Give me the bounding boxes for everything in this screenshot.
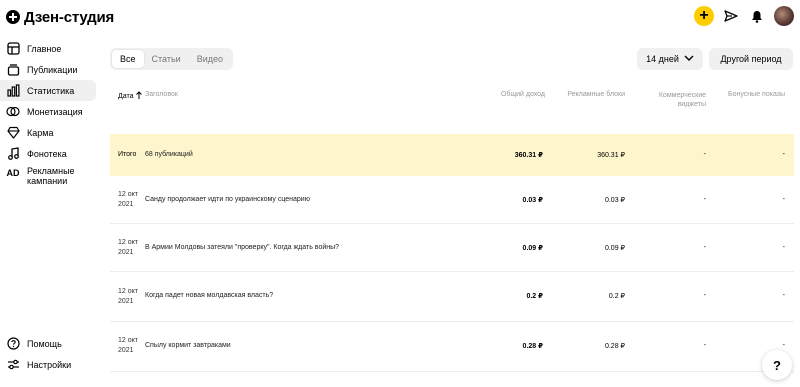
row-date-year: 2021 — [118, 201, 134, 208]
total-commercial: - — [703, 151, 706, 158]
sidebar-item-main[interactable]: Главное — [0, 38, 100, 59]
publications-icon — [6, 63, 20, 77]
row-date-day: 12 окт — [118, 337, 138, 344]
sort-arrow-up-icon — [135, 91, 142, 101]
row-date-year: 2021 — [118, 298, 134, 305]
total-ad-blocks: 360.31 ₽ — [597, 152, 625, 159]
row-date-day: 12 окт — [118, 239, 138, 246]
row-income: 0.28 ₽ — [522, 343, 543, 350]
sidebar-bottom: Помощь Настройки — [0, 333, 100, 375]
row-date-year: 2021 — [118, 347, 134, 354]
music-icon — [6, 147, 20, 161]
row-title-link[interactable]: Санду продолжает идти по украинскому сце… — [145, 196, 310, 203]
logo[interactable]: Дзен-студия — [6, 8, 114, 26]
stats-icon — [6, 84, 20, 98]
total-bonus: - — [782, 151, 785, 158]
total-label: Итого — [118, 151, 137, 158]
sidebar-item-karma[interactable]: Карма — [0, 122, 100, 143]
row-ad-blocks: 0.2 ₽ — [608, 293, 625, 300]
money-icon — [6, 105, 20, 119]
column-header-title[interactable]: Заголовок — [145, 91, 178, 98]
row-income: 0.2 ₽ — [526, 293, 543, 300]
row-ad-blocks: 0.09 ₽ — [604, 245, 625, 252]
row-date: 12 окт 2021 — [118, 336, 144, 356]
tab-all[interactable]: Все — [112, 50, 144, 68]
layout-icon — [6, 42, 20, 56]
zen-logo-icon — [6, 10, 20, 24]
settings-icon — [6, 358, 20, 372]
sidebar-item-statistics[interactable]: Статистика — [0, 80, 96, 101]
column-header-income[interactable]: Общий доход — [470, 91, 545, 98]
tab-articles[interactable]: Статьи — [144, 50, 189, 68]
table-total-row: Итого 68 публикаций 360.31 ₽ 360.31 ₽ - … — [110, 134, 794, 176]
row-income: 0.09 ₽ — [522, 245, 543, 252]
chevron-down-icon — [684, 54, 694, 64]
row-date: 12 окт 2021 — [118, 287, 144, 307]
row-bonus: - — [782, 292, 785, 299]
bell-icon[interactable] — [748, 7, 766, 25]
table-header: Дата Заголовок Общий доход Рекламные бло… — [110, 88, 794, 110]
row-date: 12 окт 2021 — [118, 238, 144, 258]
content-type-tabs: Все Статьи Видео — [110, 48, 233, 70]
table-row[interactable]: 12 окт 2021 Спылу кормит завтраками 0.28… — [110, 322, 794, 372]
sidebar-item-label: Рекламные кампании — [27, 166, 75, 186]
row-date: 12 окт 2021 — [118, 190, 144, 210]
help-chat-button[interactable]: ? — [762, 350, 792, 380]
top-actions: + — [694, 6, 794, 26]
sidebar-item-settings[interactable]: Настройки — [0, 354, 100, 375]
row-ad-blocks: 0.03 ₽ — [604, 197, 625, 204]
sidebar-item-label: Фонотека — [27, 148, 67, 159]
column-header-commercial-widgets[interactable]: Коммерческие виджеты — [640, 91, 706, 109]
column-header-date[interactable]: Дата — [118, 91, 142, 101]
sidebar-item-ad-campaigns[interactable]: AD Рекламные кампании — [0, 164, 100, 192]
table-row[interactable]: 12 окт 2021 Санду продолжает идти по укр… — [110, 176, 794, 224]
sidebar-item-label: Публикации — [27, 64, 78, 75]
column-header-date-label: Дата — [118, 92, 134, 100]
sidebar-item-label: Настройки — [27, 359, 72, 370]
row-title-link[interactable]: В Армии Молдовы затеяли "проверку". Когд… — [145, 244, 339, 251]
row-title-link[interactable]: Когда падет новая молдавская власть? — [145, 292, 273, 299]
karma-icon — [6, 126, 20, 140]
row-ad-blocks: 0.28 ₽ — [604, 343, 625, 350]
column-header-bonus-views[interactable]: Бонусные показы — [710, 91, 785, 98]
row-commercial: - — [703, 342, 706, 349]
row-commercial: - — [703, 244, 706, 251]
row-title-link[interactable]: Спылу кормит завтраками — [145, 342, 231, 349]
row-bonus: - — [782, 342, 785, 349]
row-bonus: - — [782, 244, 785, 251]
sidebar-item-phonoteka[interactable]: Фонотека — [0, 143, 100, 164]
sidebar-item-label: Монетизация — [27, 106, 83, 117]
sidebar: Главное Публикации Статистика Монетизаци… — [0, 38, 100, 192]
total-income: 360.31 ₽ — [514, 152, 543, 159]
row-commercial: - — [703, 292, 706, 299]
period-select-value: 14 дней — [646, 54, 679, 64]
period-select[interactable]: 14 дней — [637, 48, 703, 70]
sidebar-item-help[interactable]: Помощь — [0, 333, 100, 354]
total-count: 68 публикаций — [145, 151, 193, 158]
row-date-day: 12 окт — [118, 288, 138, 295]
sidebar-item-label: Статистика — [27, 85, 75, 96]
avatar[interactable] — [774, 6, 794, 26]
send-icon[interactable] — [722, 7, 740, 25]
add-publication-button[interactable]: + — [694, 6, 714, 26]
sidebar-item-publications[interactable]: Публикации — [0, 59, 100, 80]
other-period-button[interactable]: Другой период — [709, 48, 793, 70]
column-header-ad-blocks[interactable]: Рекламные блоки — [550, 91, 625, 98]
help-icon — [6, 337, 20, 351]
row-income: 0.03 ₽ — [522, 197, 543, 204]
sidebar-item-label: Помощь — [27, 338, 62, 349]
sidebar-item-label: Карма — [27, 127, 54, 138]
ad-icon: AD — [6, 168, 20, 178]
row-date-day: 12 окт — [118, 191, 138, 198]
table-row[interactable]: 12 окт 2021 В Армии Молдовы затеяли "про… — [110, 224, 794, 272]
logo-text: Дзен-студия — [24, 8, 115, 26]
sidebar-item-monetization[interactable]: Монетизация — [0, 101, 100, 122]
sidebar-item-label: Главное — [27, 43, 62, 54]
row-date-year: 2021 — [118, 249, 134, 256]
table-row[interactable]: 12 окт 2021 Когда падет новая молдавская… — [110, 272, 794, 322]
row-commercial: - — [703, 196, 706, 203]
tab-videos[interactable]: Видео — [189, 50, 231, 68]
row-bonus: - — [782, 196, 785, 203]
